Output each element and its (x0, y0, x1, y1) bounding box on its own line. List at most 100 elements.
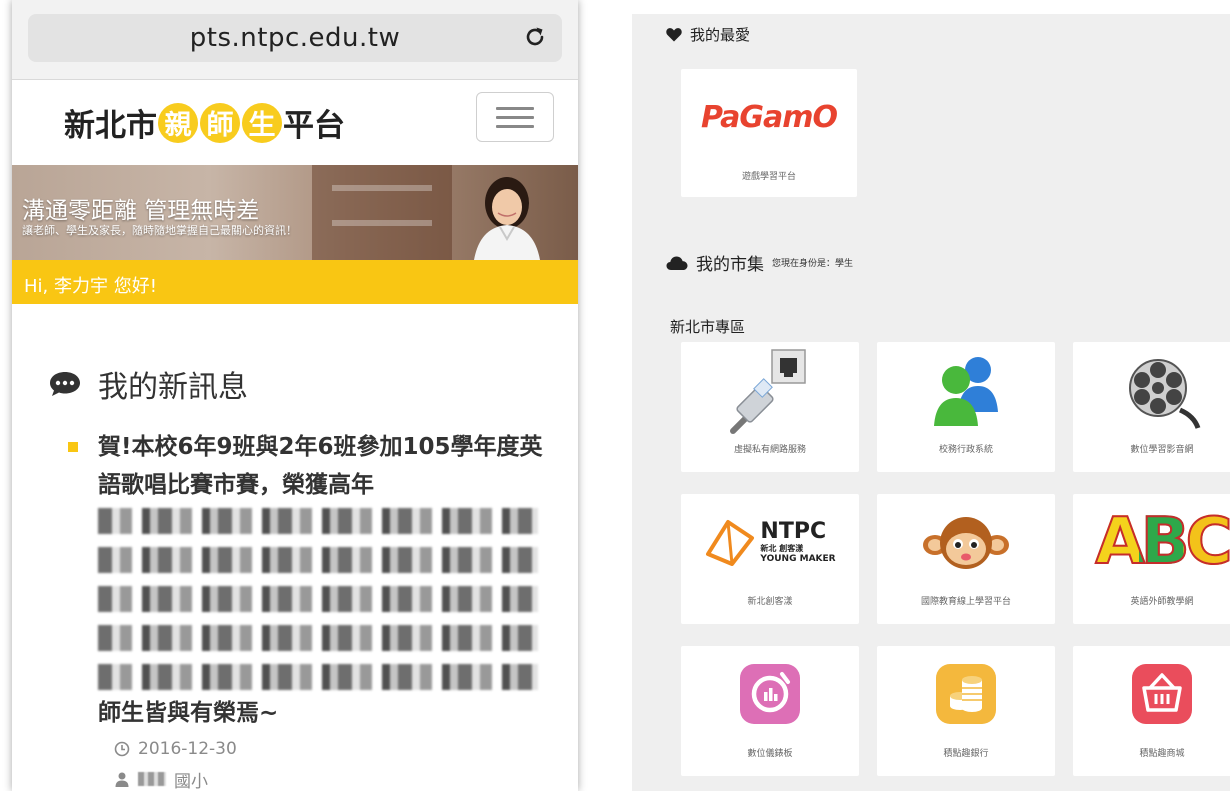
app-tile-label: 國際教育線上學習平台 (920, 597, 1011, 607)
ntpc-young-maker-logo: NTPC 新北 創客漾 YOUNG MAKER (681, 494, 859, 590)
list-item[interactable]: 賀!本校6年9班與2年6班參加105學年度英語歌唱比賽市賽，榮獲高年 師生皆與有… (48, 428, 578, 791)
cloud-icon (666, 256, 688, 270)
pixelated-line (98, 586, 538, 612)
shelf-line (332, 185, 432, 191)
redacted-text (98, 508, 538, 690)
app-tile-label: 數位學習影音網 (1130, 445, 1194, 455)
app-tile-pagamo[interactable]: PaGamO 遊戲學習平台 (681, 69, 857, 197)
app-tile-label: 數位儀錶板 (747, 749, 793, 759)
browser-chrome: pts.ntpc.edu.tw (12, 0, 578, 80)
logo-circle-student: 生 (242, 102, 282, 143)
hamburger-bar (496, 124, 534, 128)
redacted-school-name (138, 772, 166, 786)
network-cable-icon (730, 349, 806, 434)
logo-suffix: 平台 (283, 108, 345, 144)
app-tile-label: 積點趣銀行 (943, 749, 989, 759)
logo-circle-parent: 親 (158, 102, 198, 143)
favorites-title: 我的最愛 (690, 26, 751, 44)
date-text: 2016-12-30 (138, 739, 237, 759)
ntpc-wordmark-mid: 新北 創客漾 (760, 543, 804, 553)
dashboard-icon (681, 646, 859, 742)
pagamo-logo: PaGamO (681, 69, 857, 165)
mobile-browser: pts.ntpc.edu.tw 新北市 親 師 生 平台 溝通零距離 管理無時差… (12, 0, 578, 791)
abc-letters: ABC (1094, 504, 1230, 580)
market-heading: 我的市集 您現在身份是：學生 (666, 250, 853, 275)
logo-circle-teacher: 師 (200, 102, 240, 143)
banner-title: 溝通零距離 管理無時差 (22, 198, 260, 224)
logo-prefix: 新北市 (64, 108, 157, 144)
message-title-end[interactable]: 師生皆與有榮焉~ (98, 694, 578, 732)
url-text[interactable]: pts.ntpc.edu.tw (190, 23, 400, 53)
app-tile-label: 校務行政系統 (938, 445, 993, 455)
monkey-icon (923, 517, 1009, 569)
pixelated-line (98, 508, 538, 534)
network-cable-icon (681, 342, 859, 438)
message-author: 國小 (98, 766, 578, 791)
app-tile-school-admin[interactable]: 校務行政系統 (877, 342, 1055, 472)
site-logo[interactable]: 新北市 親 師 生 平台 (64, 100, 345, 145)
maker-cube-icon (706, 520, 755, 566)
app-tile-points-bank[interactable]: 積點趣銀行 (877, 646, 1055, 776)
app-tile-vpn[interactable]: 虛擬私有網路服務 (681, 342, 859, 472)
message-list: 賀!本校6年9班與2年6班參加105學年度英語歌唱比賽市賽，榮獲高年 師生皆與有… (48, 428, 578, 791)
hamburger-bar (496, 115, 534, 119)
basket-icon (1132, 664, 1192, 724)
hamburger-bar (496, 106, 534, 110)
messages-heading-text: 我的新訊息 (98, 370, 248, 405)
hero-banner: 溝通零距離 管理無時差 讓老師、學生及家長，隨時隨地掌握自己最關心的資訊！ (12, 165, 578, 260)
bullet-square (68, 442, 78, 452)
ntpc-wordmark-small: YOUNG MAKER (760, 553, 836, 564)
basket-icon (1073, 646, 1230, 742)
monkey-icon (877, 494, 1055, 590)
favorites-heading: 我的最愛 (666, 24, 750, 45)
app-tile-label: 積點趣商城 (1139, 749, 1185, 759)
message-date: 2016-12-30 (98, 736, 578, 762)
messages-section: 我的新訊息 賀!本校6年9班與2年6班參加105學年度英語歌唱比賽市賽，榮獲高年… (12, 304, 578, 791)
greeting-bar: Hi, 李力宇 您好! (12, 260, 578, 304)
author-text: 國小 (174, 771, 208, 791)
ntpc-wordmark: NTPC 新北 創客漾 YOUNG MAKER (760, 518, 836, 564)
ntpc-wordmark-big: NTPC (760, 518, 827, 544)
app-tile-label: 虛擬私有網路服務 (733, 445, 806, 455)
reload-icon[interactable] (522, 24, 548, 50)
site-header: 新北市 親 師 生 平台 (12, 80, 578, 165)
clock-icon (114, 741, 130, 757)
messages-heading: 我的新訊息 (48, 362, 578, 406)
film-reel-icon (1073, 342, 1230, 438)
abc-icon: ABC (1073, 494, 1230, 590)
bookshelf-decoration (312, 165, 452, 260)
pixelated-line (98, 625, 538, 651)
users-icon (934, 357, 998, 426)
student-photo (474, 177, 540, 260)
app-tile-dashboard[interactable]: 數位儀錶板 (681, 646, 859, 776)
ntpc-zone-title: 新北市專區 (670, 318, 746, 336)
film-reel-icon (1129, 359, 1201, 429)
coins-icon (877, 646, 1055, 742)
app-tile-young-maker[interactable]: NTPC 新北 創客漾 YOUNG MAKER 新北創客漾 (681, 494, 859, 624)
shelf-line (332, 220, 432, 226)
pagamo-wordmark: PaGamO (701, 99, 838, 135)
banner-subtitle: 讓老師、學生及家長，隨時隨地掌握自己最關心的資訊！ (22, 224, 297, 237)
user-icon (115, 772, 129, 787)
address-bar[interactable]: pts.ntpc.edu.tw (28, 14, 562, 62)
identity-note: 您現在身份是：學生 (772, 259, 854, 269)
app-portal: 我的最愛 PaGamO 遊戲學習平台 我的市集 您現在身份是：學生 新北市專區 (632, 14, 1230, 791)
users-icon (877, 342, 1055, 438)
coins-icon (936, 664, 996, 724)
dashboard-icon (740, 664, 800, 724)
app-tile-digital-video[interactable]: 數位學習影音網 (1073, 342, 1230, 472)
pixelated-line (98, 664, 538, 690)
app-tile-label: 新北創客漾 (747, 597, 793, 607)
app-tile-label: 遊戲學習平台 (741, 172, 796, 182)
market-title: 我的市集 (696, 255, 764, 275)
app-tile-label: 英語外師教學網 (1130, 597, 1194, 607)
message-title[interactable]: 賀!本校6年9班與2年6班參加105學年度英語歌唱比賽市賽，榮獲高年 (98, 428, 553, 504)
chat-bubble-icon (50, 372, 80, 396)
hamburger-menu-button[interactable] (476, 92, 554, 142)
composite-screenshot: pts.ntpc.edu.tw 新北市 親 師 生 平台 溝通零距離 管理無時差… (0, 0, 1230, 791)
pixelated-line (98, 547, 538, 573)
app-tile-intl-education[interactable]: 國際教育線上學習平台 (877, 494, 1055, 624)
app-tile-points-mall[interactable]: 積點趣商城 (1073, 646, 1230, 776)
app-tile-english-teachers[interactable]: ABC 英語外師教學網 (1073, 494, 1230, 624)
heart-icon (666, 28, 682, 42)
